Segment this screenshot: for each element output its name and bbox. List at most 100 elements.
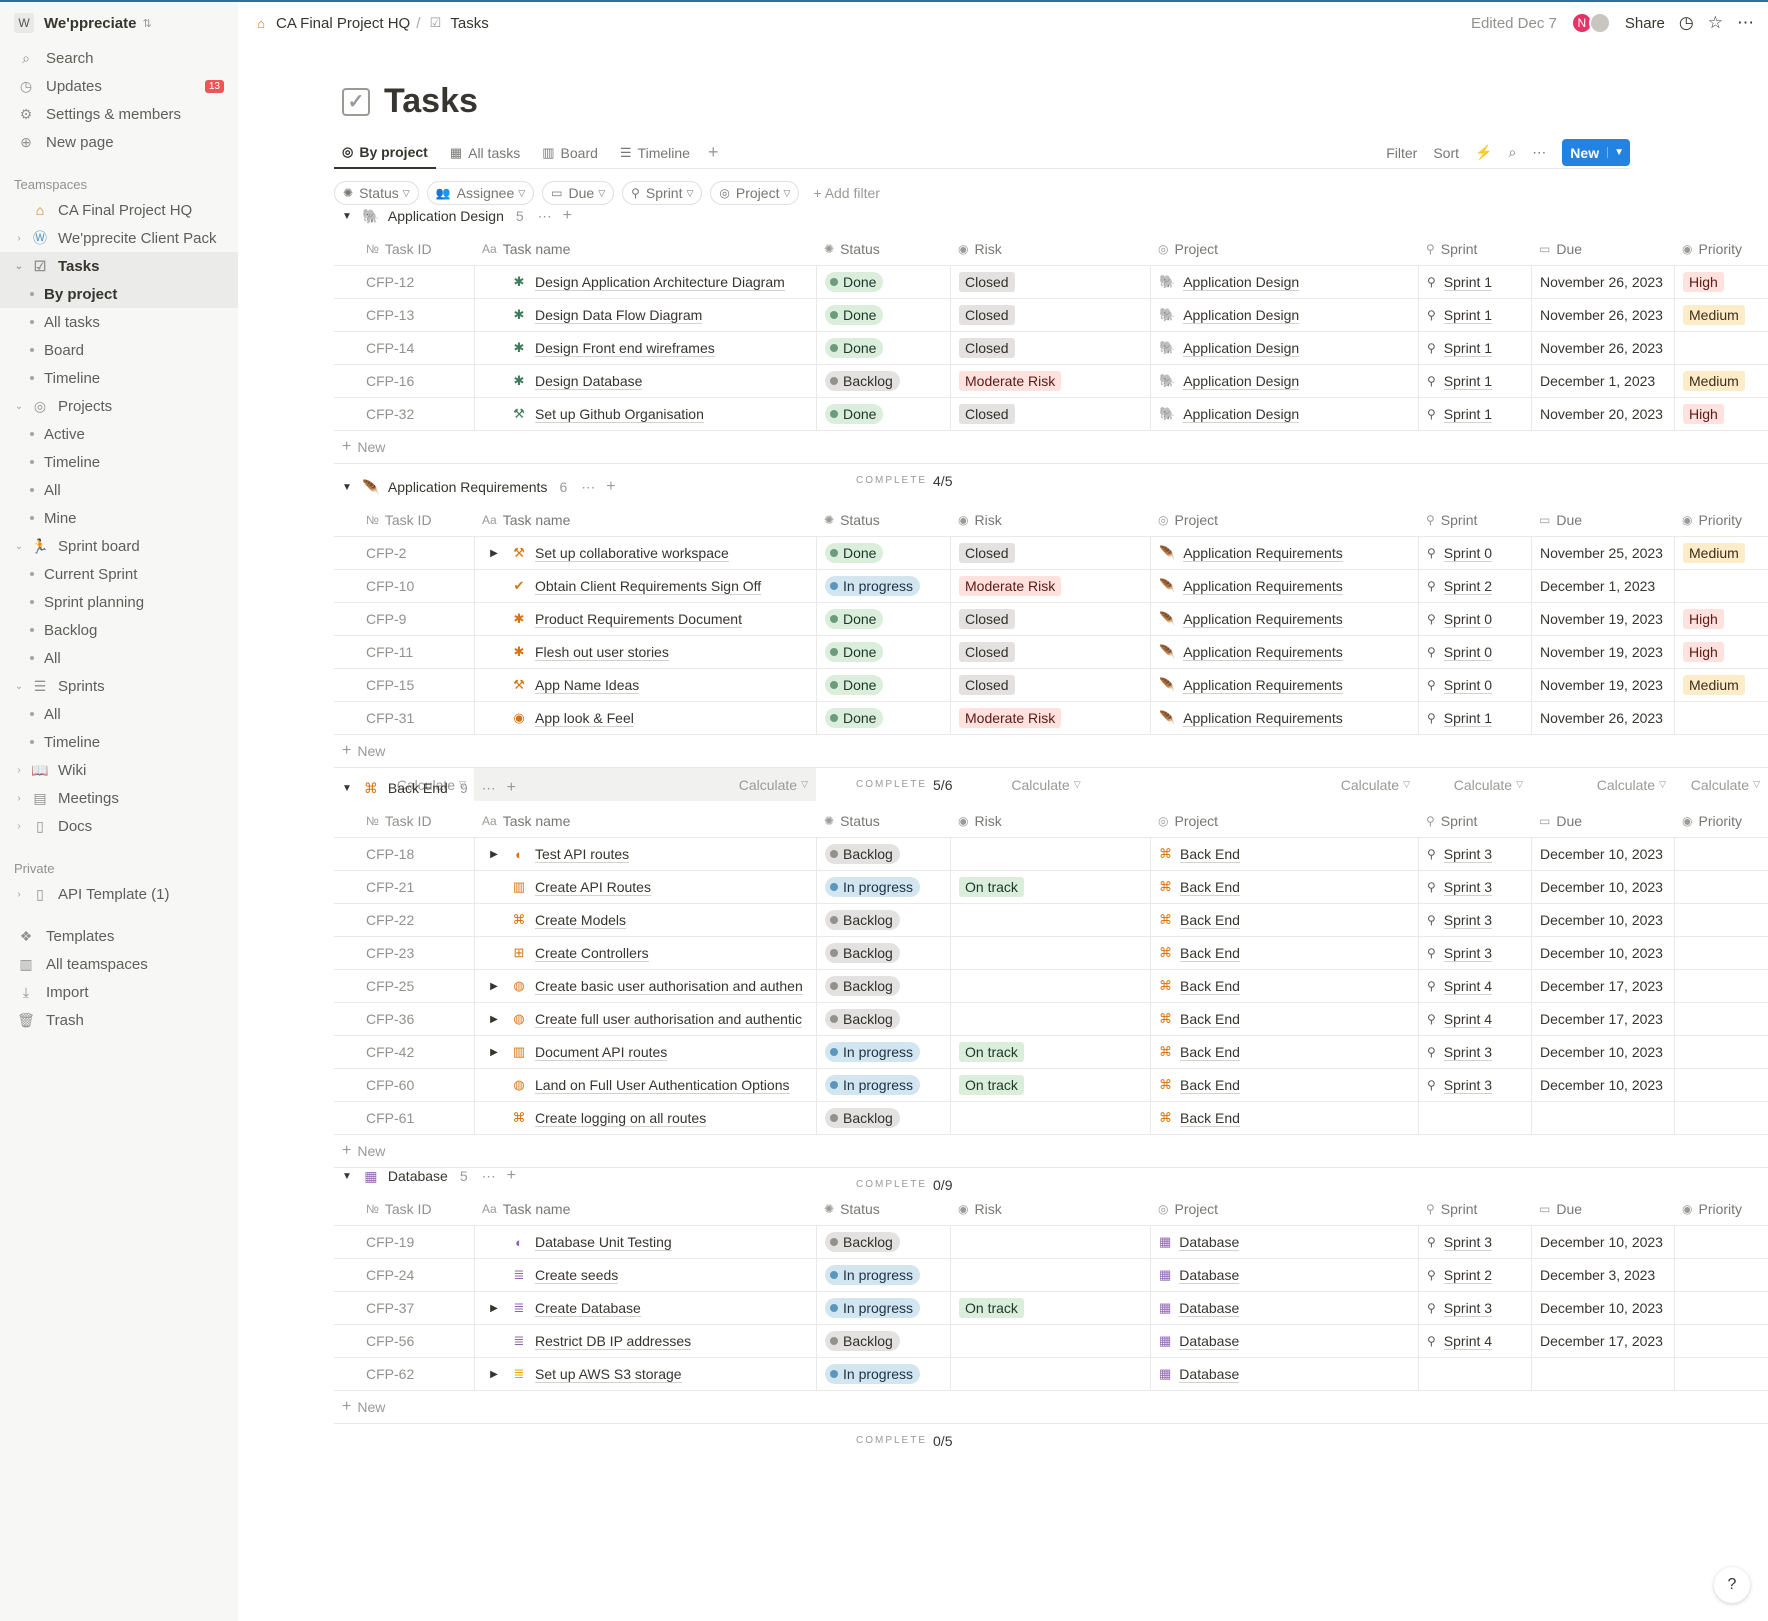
column-header-status[interactable]: ✺ Status xyxy=(816,1192,950,1225)
risk-cell[interactable] xyxy=(950,1102,1150,1134)
sprint-cell[interactable]: ⚲ Sprint 2 xyxy=(1418,1259,1531,1291)
sidebar-item-updates[interactable]: ◷ Updates 13 xyxy=(0,72,238,100)
project-cell[interactable]: ⌘ Back End xyxy=(1150,1069,1418,1101)
project-link[interactable]: Back End xyxy=(1180,978,1240,995)
sprint-link[interactable]: Sprint 0 xyxy=(1443,677,1493,694)
project-link[interactable]: Database xyxy=(1179,1267,1240,1284)
status-cell[interactable]: Backlog xyxy=(816,1325,950,1357)
due-cell[interactable]: December 17, 2023 xyxy=(1531,1003,1674,1035)
expand-triangle-icon[interactable]: ▶ xyxy=(487,849,501,860)
table-row[interactable]: CFP-9 ✱ Product Requirements Document Done C… xyxy=(334,603,1768,636)
task-name[interactable]: Create seeds xyxy=(535,1267,619,1284)
table-row[interactable]: CFP-2 ▶ ⚒ Set up collaborative workspace Don… xyxy=(334,537,1768,570)
project-cell[interactable]: ▦ Database xyxy=(1150,1292,1418,1324)
status-cell[interactable]: Done xyxy=(816,636,950,668)
task-name[interactable]: Product Requirements Document xyxy=(535,611,742,628)
table-row[interactable]: CFP-62 ▶ ≣ Set up AWS S3 storage In progress… xyxy=(334,1358,1768,1391)
project-link[interactable]: Application Requirements xyxy=(1183,644,1343,661)
group-name[interactable]: Back End xyxy=(388,780,448,796)
project-link[interactable]: Back End xyxy=(1180,879,1240,896)
project-link[interactable]: Application Design xyxy=(1183,406,1300,423)
table-row[interactable]: CFP-60 ◍ Land on Full User Authentication … xyxy=(334,1069,1768,1102)
sprint-link[interactable]: Sprint 0 xyxy=(1443,545,1493,562)
risk-cell[interactable]: On track xyxy=(950,871,1150,903)
sidebar-item-client-pack[interactable]: › Ⓦ We'pprecite Client Pack xyxy=(0,224,238,252)
project-cell[interactable]: 🪶 Application Requirements xyxy=(1150,669,1418,701)
sprint-link[interactable]: Sprint 3 xyxy=(1443,1234,1493,1251)
column-header-priority[interactable]: ◉ Priority xyxy=(1674,1192,1768,1225)
sprint-cell[interactable]: ⚲ Sprint 1 xyxy=(1418,266,1531,298)
project-link[interactable]: Application Requirements xyxy=(1183,677,1343,694)
task-name[interactable]: Test API routes xyxy=(535,846,630,863)
status-cell[interactable]: Backlog xyxy=(816,970,950,1002)
sidebar-item-tasks-board[interactable]: Board xyxy=(0,336,238,364)
task-name[interactable]: Set up collaborative workspace xyxy=(535,545,729,562)
risk-cell[interactable]: Closed xyxy=(950,636,1150,668)
task-name[interactable]: Restrict DB IP addresses xyxy=(535,1333,692,1350)
triangle-down-icon[interactable]: ▼ xyxy=(342,211,352,222)
risk-cell[interactable] xyxy=(950,1003,1150,1035)
status-cell[interactable]: In progress xyxy=(816,1259,950,1291)
table-row[interactable]: CFP-14 ✱ Design Front end wireframes Done Cl… xyxy=(334,332,1768,365)
task-name[interactable]: Create logging on all routes xyxy=(535,1110,707,1127)
risk-cell[interactable]: Closed xyxy=(950,603,1150,635)
task-name[interactable]: Create Database xyxy=(535,1300,641,1317)
sprint-link[interactable]: Sprint 2 xyxy=(1443,578,1493,595)
project-link[interactable]: Application Requirements xyxy=(1183,710,1343,727)
status-cell[interactable]: Backlog xyxy=(816,838,950,870)
due-cell[interactable]: December 17, 2023 xyxy=(1531,1325,1674,1357)
chevron-down-icon[interactable]: ⌄ xyxy=(12,261,26,272)
sidebar-item-wiki[interactable]: › 📖 Wiki xyxy=(0,756,238,784)
sprint-link[interactable]: Sprint 1 xyxy=(1443,406,1493,423)
more-dots-icon[interactable]: ⋯ xyxy=(1737,13,1754,33)
chevron-down-icon[interactable]: ▼ xyxy=(1607,147,1630,158)
task-name-cell[interactable]: ▥ Create API Routes xyxy=(474,871,816,903)
task-name-cell[interactable]: ✱ Design Application Architecture Diagram xyxy=(474,266,816,298)
risk-cell[interactable]: Closed xyxy=(950,398,1150,430)
status-cell[interactable]: Backlog xyxy=(816,1226,950,1258)
column-header-name[interactable]: Aa Task name xyxy=(474,503,816,536)
sprint-link[interactable]: Sprint 3 xyxy=(1443,846,1493,863)
due-cell[interactable]: November 26, 2023 xyxy=(1531,702,1674,734)
status-cell[interactable]: In progress xyxy=(816,1292,950,1324)
sidebar-item-search[interactable]: ⌕ Search xyxy=(0,44,238,72)
due-cell[interactable]: December 10, 2023 xyxy=(1531,1292,1674,1324)
priority-cell[interactable] xyxy=(1674,904,1768,936)
column-header-id[interactable]: № Task ID xyxy=(334,503,474,536)
sprint-cell[interactable]: ⚲ Sprint 0 xyxy=(1418,636,1531,668)
sidebar-item-tasks-all-tasks[interactable]: All tasks xyxy=(0,308,238,336)
priority-cell[interactable]: High xyxy=(1674,603,1768,635)
status-cell[interactable]: Done xyxy=(816,669,950,701)
sprint-link[interactable]: Sprint 1 xyxy=(1443,307,1493,324)
priority-cell[interactable] xyxy=(1674,1259,1768,1291)
project-cell[interactable]: ⌘ Back End xyxy=(1150,937,1418,969)
project-cell[interactable]: 🐘 Application Design xyxy=(1150,299,1418,331)
sprint-link[interactable]: Sprint 1 xyxy=(1443,373,1493,390)
project-cell[interactable]: 🐘 Application Design xyxy=(1150,365,1418,397)
sprint-link[interactable]: Sprint 1 xyxy=(1443,710,1493,727)
table-row[interactable]: CFP-11 ✱ Flesh out user stories Done Closed 🪶… xyxy=(334,636,1768,669)
table-row[interactable]: CFP-19 ◐ Database Unit Testing Backlog ▦ Data… xyxy=(334,1226,1768,1259)
status-cell[interactable]: In progress xyxy=(816,570,950,602)
project-cell[interactable]: ▦ Database xyxy=(1150,1226,1418,1258)
sprint-cell[interactable]: ⚲ Sprint 3 xyxy=(1418,1069,1531,1101)
add-row-button[interactable]: + New xyxy=(334,1391,1768,1424)
table-row[interactable]: CFP-18 ▶ ◐ Test API routes Backlog ⌘ Back End ⚲… xyxy=(334,838,1768,871)
sort-button[interactable]: Sort xyxy=(1433,145,1459,161)
task-name[interactable]: App Name Ideas xyxy=(535,677,640,694)
project-link[interactable]: Back End xyxy=(1180,1110,1240,1127)
column-header-project[interactable]: ◎ Project xyxy=(1150,1192,1418,1225)
chevron-right-icon[interactable]: › xyxy=(12,821,26,832)
column-header-name[interactable]: Aa Task name xyxy=(474,232,816,265)
new-button[interactable]: New ▼ xyxy=(1562,139,1630,166)
project-cell[interactable]: ⌘ Back End xyxy=(1150,904,1418,936)
sprint-link[interactable]: Sprint 3 xyxy=(1443,1044,1493,1061)
priority-cell[interactable] xyxy=(1674,1292,1768,1324)
table-row[interactable]: CFP-32 ⚒ Set up Github Organisation Done Clo… xyxy=(334,398,1768,431)
add-icon[interactable]: + xyxy=(507,779,516,797)
due-cell[interactable]: December 17, 2023 xyxy=(1531,970,1674,1002)
expand-triangle-icon[interactable]: ▶ xyxy=(487,1047,501,1058)
due-cell[interactable]: December 1, 2023 xyxy=(1531,570,1674,602)
table-row[interactable]: CFP-56 ≣ Restrict DB IP addresses Backlog ▦ D… xyxy=(334,1325,1768,1358)
status-cell[interactable]: Done xyxy=(816,299,950,331)
